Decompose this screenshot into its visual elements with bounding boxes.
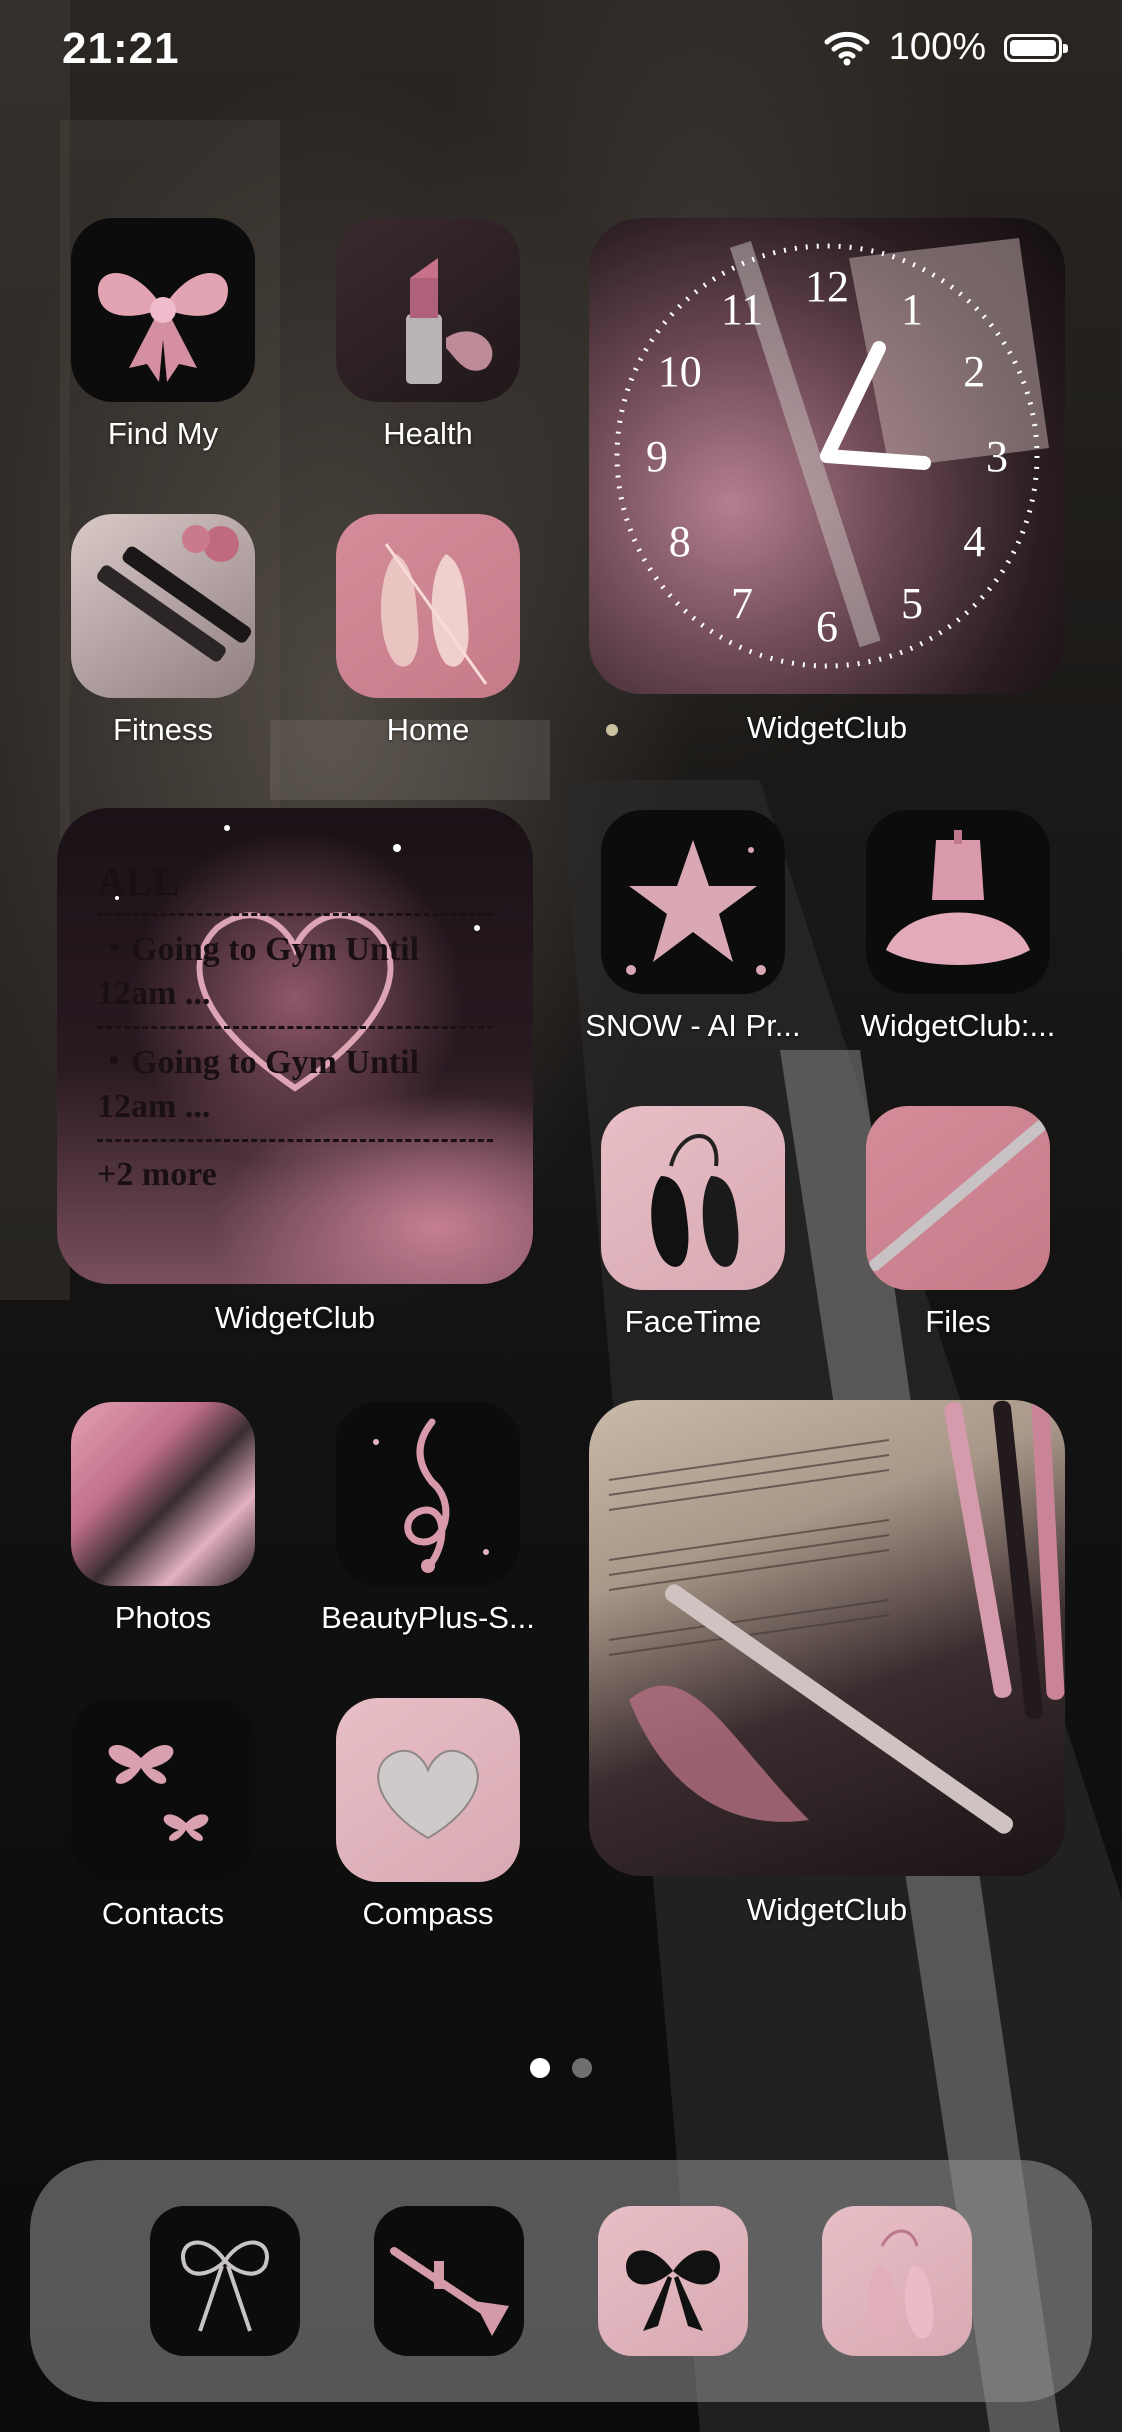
app-files[interactable]: Files (843, 1106, 1073, 1340)
battery-icon (1004, 33, 1068, 62)
ballet-shoes-icon[interactable] (822, 2206, 972, 2356)
butterflies-icon (71, 1698, 255, 1882)
app-compass[interactable]: Compass (313, 1698, 543, 1932)
page-dot (572, 2058, 592, 2078)
todo-title: ALL (97, 858, 493, 916)
clock-numeral: 5 (901, 579, 923, 628)
widget-label: WidgetClub (746, 1892, 908, 1927)
lipstick-icon (336, 218, 520, 402)
app-label: Find My (107, 416, 219, 451)
widget-clock[interactable]: 12 1 2 3 4 5 6 7 8 9 10 11 WidgetClub (589, 218, 1065, 746)
sheet-music-flute-image (608, 1400, 1065, 1834)
clock-numeral: 3 (986, 432, 1008, 481)
app-label: WidgetClub:... (860, 1008, 1056, 1043)
clock-numeral: 1 (901, 285, 923, 334)
app-contacts[interactable]: Contacts (48, 1698, 278, 1932)
app-label: Health (383, 416, 473, 451)
widget-photo[interactable]: WidgetClub (589, 1400, 1065, 1928)
todo-item: ・Going to Gym Until 12am ... (97, 1029, 493, 1142)
clock-numeral: 11 (721, 285, 763, 334)
clock-numeral: 9 (646, 432, 668, 481)
todo-more: +2 more (97, 1156, 217, 1193)
clock-numeral: 12 (805, 262, 849, 311)
app-snow[interactable]: SNOW - AI Pr... (578, 810, 808, 1044)
clock-numeral: 2 (963, 347, 985, 396)
clock-numeral: 6 (816, 602, 838, 651)
app-label: Home (386, 712, 470, 747)
status-time: 21:21 (62, 24, 180, 73)
todo-item: ・Going to Gym Until 12am ... (97, 916, 493, 1029)
clarinet-icon (71, 514, 255, 698)
photo-widget-box (589, 1400, 1065, 1876)
todo-widget-box: ALL ・Going to Gym Until 12am ... ・Going … (57, 808, 533, 1284)
app-facetime[interactable]: FaceTime (578, 1106, 808, 1340)
black-bow-icon[interactable] (598, 2206, 748, 2356)
app-home[interactable]: Home (313, 514, 543, 748)
app-widgetclub[interactable]: WidgetClub:... (843, 810, 1073, 1044)
app-health[interactable]: Health (313, 218, 543, 452)
app-label: Photos (114, 1600, 212, 1635)
clock-numeral: 7 (731, 579, 753, 628)
clock-numeral: 10 (658, 347, 702, 396)
widget-label: WidgetClub (746, 710, 908, 745)
trumpet-icon[interactable] (374, 2206, 524, 2356)
bow-silver-icon[interactable] (150, 2206, 300, 2356)
flute-icon (866, 1106, 1050, 1290)
analog-clock: 12 1234567891011 (614, 238, 1049, 669)
page-indicator[interactable] (0, 2058, 1122, 2078)
app-label: Compass (362, 1896, 494, 1931)
page-dot-active (530, 2058, 550, 2078)
clock-numeral: 8 (669, 517, 691, 566)
app-fitness[interactable]: Fitness (48, 514, 278, 748)
treble-clef-icon (336, 1402, 520, 1586)
tutu-dress-icon (866, 810, 1050, 994)
app-photos[interactable]: Photos (48, 1402, 278, 1636)
app-beautyplus[interactable]: BeautyPlus-S... (313, 1402, 543, 1636)
black-ballet-shoes-icon (601, 1106, 785, 1290)
battery-percentage: 100% (888, 26, 986, 68)
glitter-heart-icon (336, 1698, 520, 1882)
pink-bow-icon (71, 218, 255, 402)
app-label: BeautyPlus-S... (321, 1600, 535, 1635)
app-find-my[interactable]: Find My (48, 218, 278, 452)
widget-todo[interactable]: ALL ・Going to Gym Until 12am ... ・Going … (57, 808, 533, 1336)
wifi-icon (824, 31, 870, 65)
star-icon (601, 810, 785, 994)
clock-widget-box: 12 1 2 3 4 5 6 7 8 9 10 11 (589, 218, 1065, 694)
app-label: Contacts (101, 1896, 225, 1931)
clock-numeral: 4 (963, 517, 985, 566)
status-bar: 21:21 100% (0, 0, 1122, 100)
app-label: Files (925, 1304, 991, 1339)
app-label: Fitness (113, 712, 213, 747)
app-label: SNOW - AI Pr... (585, 1008, 801, 1043)
app-label: FaceTime (624, 1304, 762, 1339)
widget-label: WidgetClub (214, 1300, 376, 1335)
pointe-shoes-icon (336, 514, 520, 698)
dock (30, 2160, 1092, 2402)
marble-swirl-icon (71, 1402, 255, 1586)
